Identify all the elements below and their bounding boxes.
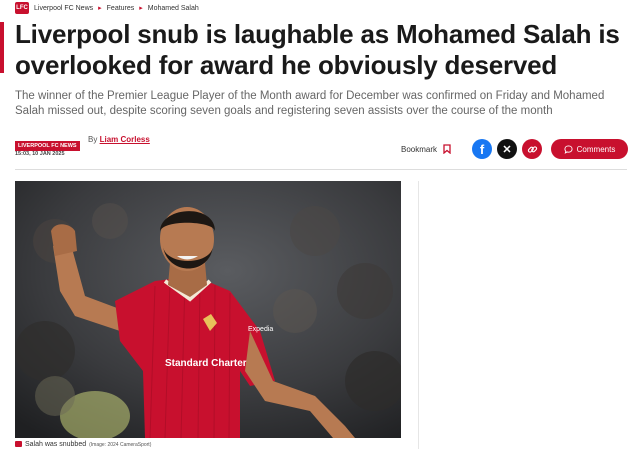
breadcrumb-features[interactable]: Features <box>107 5 135 12</box>
comment-icon <box>564 144 573 154</box>
author-link[interactable]: Liam Corless <box>100 135 150 144</box>
by-label: By <box>88 135 98 144</box>
breadcrumb: LFC Liverpool FC News ▸ Features ▸ Moham… <box>15 1 199 15</box>
image-caption: Salah was snubbed (Image: 2024 CameraSpor… <box>15 441 151 448</box>
x-share-button[interactable]: ✕ <box>497 139 517 159</box>
headline-accent-bar <box>0 22 4 73</box>
comments-label: Comments <box>576 144 616 154</box>
bookmark-button[interactable]: Bookmark <box>401 144 451 154</box>
header-divider <box>15 169 627 170</box>
chevron-right-icon: ▸ <box>139 5 143 12</box>
x-icon: ✕ <box>502 143 512 156</box>
image-credit: (Image: 2024 CameraSport) <box>89 442 152 448</box>
salah-celebration-photo: Standard Chartered Expedia <box>15 181 401 438</box>
share-toolbar: Bookmark f ✕ Comments <box>401 139 628 159</box>
shirt-sleeve-text: Expedia <box>248 326 273 333</box>
byline: LIVERPOOL FC NEWS By Liam Corless 15:03,… <box>15 134 150 157</box>
bookmark-label: Bookmark <box>400 144 437 154</box>
shirt-sponsor-text: Standard Chartered <box>165 358 258 369</box>
article-standfirst: The winner of the Premier League Player … <box>15 90 605 117</box>
caption-text: Salah was snubbed <box>25 441 87 448</box>
site-logo[interactable]: LFC <box>15 2 29 14</box>
link-icon <box>527 145 537 153</box>
breadcrumb-mohamed-salah[interactable]: Mohamed Salah <box>148 5 199 12</box>
author-line: By Liam Corless <box>88 135 150 144</box>
publish-date: 15:03, 10 JAN 2025 <box>15 151 65 157</box>
camera-icon <box>15 441 22 448</box>
comments-button[interactable]: Comments <box>551 139 628 159</box>
facebook-icon: f <box>479 141 485 157</box>
sidebar-divider <box>418 181 419 449</box>
category-badge[interactable]: LIVERPOOL FC NEWS <box>15 141 80 151</box>
facebook-share-button[interactable]: f <box>472 139 492 159</box>
hero-image[interactable]: Standard Chartered Expedia <box>15 181 401 438</box>
page-title: Liverpool snub is laughable as Mohamed S… <box>15 19 620 80</box>
chevron-right-icon: ▸ <box>98 5 102 12</box>
bookmark-icon <box>443 144 451 154</box>
copy-link-button[interactable] <box>522 139 542 159</box>
breadcrumb-liverpool-fc-news[interactable]: Liverpool FC News <box>34 5 93 12</box>
